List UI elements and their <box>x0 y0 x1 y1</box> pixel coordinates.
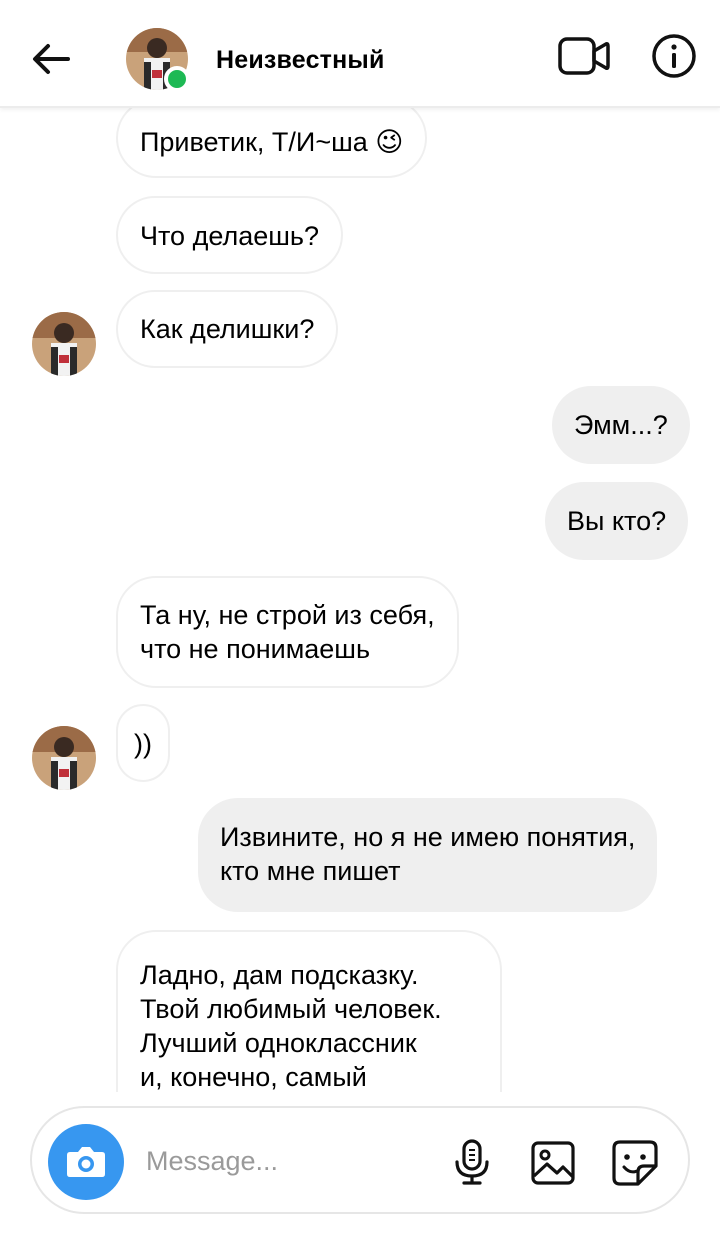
message-text: Вы кто? <box>567 506 667 536</box>
message-input[interactable]: Message... <box>146 1146 278 1177</box>
message-text: Приветик, Т/И~ша 😉 <box>140 127 404 157</box>
message-bubble-outgoing[interactable]: Вы кто? <box>545 482 689 560</box>
message-text-line: что не понимаешь <box>140 634 371 664</box>
microphone-icon[interactable] <box>450 1138 494 1186</box>
back-arrow-icon[interactable] <box>28 36 74 82</box>
message-text: Что делаешь? <box>140 221 319 251</box>
message-text-line: Та ну, не строй из себя, <box>140 600 435 630</box>
message-bubble-incoming[interactable]: Та ну, не строй из себя, что не понимаеш… <box>116 576 459 688</box>
message-text-line: и, конечно, самый <box>140 1062 367 1092</box>
online-status-dot <box>164 66 190 92</box>
message-text: Как делишки? <box>140 314 315 344</box>
message-list[interactable]: Приветик, Т/И~ша 😉 Что делаешь? Как дели… <box>0 108 720 1092</box>
sender-avatar[interactable] <box>32 726 96 790</box>
message-bubble-outgoing[interactable]: Извините, но я не имею понятия, кто мне … <box>198 798 658 912</box>
video-call-icon[interactable] <box>556 34 612 78</box>
camera-icon <box>67 1147 105 1177</box>
message-text-line: Лучший одноклассник <box>140 1028 417 1058</box>
message-text: )) <box>134 729 152 759</box>
message-text: Эмм...? <box>574 410 668 440</box>
message-bubble-outgoing[interactable]: Эмм...? <box>552 386 690 464</box>
message-text-line: кто мне пишет <box>220 856 401 886</box>
gallery-icon[interactable] <box>530 1140 576 1186</box>
chat-header: Неизвестный <box>0 0 720 108</box>
contact-name[interactable]: Неизвестный <box>216 46 385 75</box>
message-bubble-incoming[interactable]: )) <box>116 704 170 782</box>
info-icon[interactable] <box>650 32 698 80</box>
camera-button[interactable] <box>48 1124 124 1200</box>
sender-avatar[interactable] <box>32 312 96 376</box>
message-text-line: Извините, но я не имею понятия, <box>220 822 636 852</box>
message-text-line: Ладно, дам подсказку. <box>140 960 419 990</box>
sticker-icon[interactable] <box>610 1138 660 1188</box>
message-composer: Message... <box>30 1106 690 1214</box>
message-bubble-incoming[interactable]: Приветик, Т/И~ша 😉 <box>116 108 428 178</box>
message-text-line: Твой любимый человек. <box>140 994 442 1024</box>
message-bubble-incoming[interactable]: Ладно, дам подсказку. Твой любимый челов… <box>116 930 502 1092</box>
message-bubble-incoming[interactable]: Что делаешь? <box>116 196 343 274</box>
message-bubble-incoming[interactable]: Как делишки? <box>116 290 339 368</box>
